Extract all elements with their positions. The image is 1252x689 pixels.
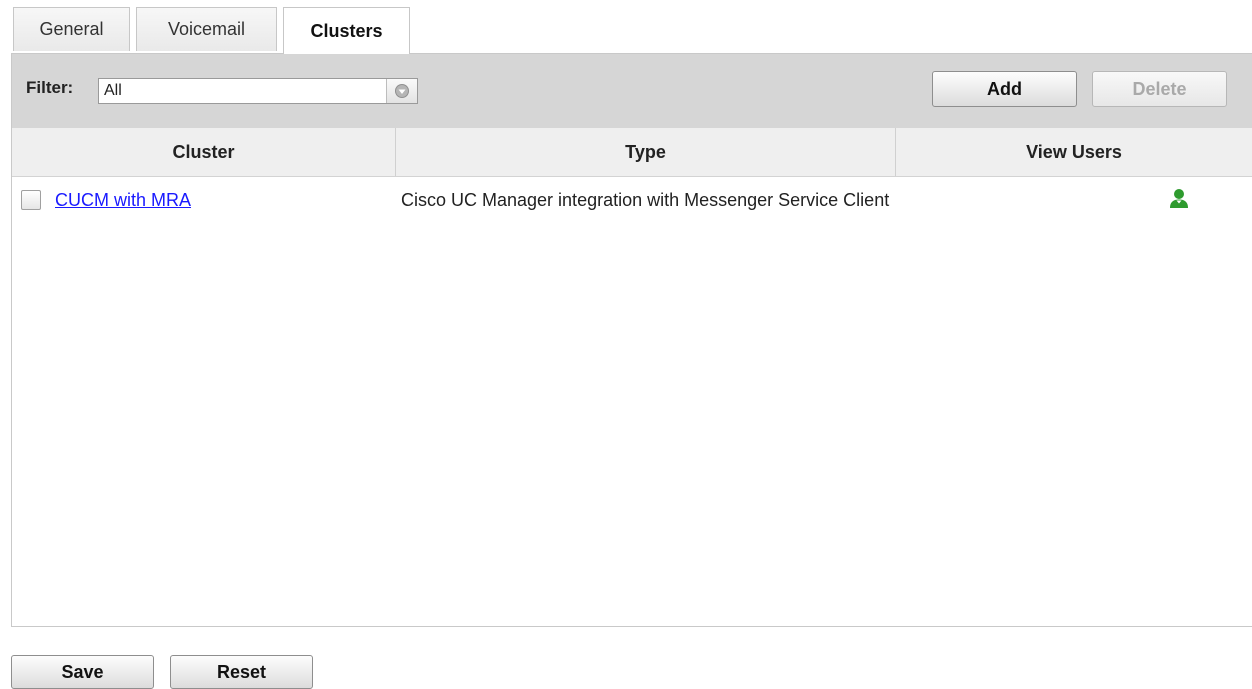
column-header-type-label: Type — [625, 141, 666, 162]
column-header-view-users-label: View Users — [1026, 141, 1122, 162]
tab-general[interactable]: General — [13, 7, 130, 51]
add-button-label: Add — [987, 78, 1022, 99]
delete-button[interactable]: Delete — [1092, 71, 1227, 107]
row-checkbox[interactable] — [21, 190, 41, 210]
user-icon[interactable] — [1166, 186, 1192, 212]
toolbar: Filter: All Add Delete — [12, 54, 1252, 128]
reset-button-label: Reset — [216, 661, 267, 682]
clusters-page: General Voicemail Clusters Filter: All A… — [0, 0, 1252, 689]
chevron-down-icon[interactable] — [386, 79, 417, 103]
column-header-view-users[interactable]: View Users — [896, 128, 1252, 176]
tab-general-label: General — [39, 19, 104, 39]
save-button-label: Save — [61, 661, 104, 682]
column-header-cluster-label: Cluster — [172, 141, 235, 162]
cluster-link[interactable]: CUCM with MRA — [55, 190, 191, 211]
tab-voicemail[interactable]: Voicemail — [136, 7, 277, 51]
table-header: Cluster Type View Users — [12, 128, 1252, 177]
reset-button[interactable]: Reset — [170, 655, 313, 689]
tab-clusters[interactable]: Clusters — [283, 7, 410, 54]
tab-voicemail-label: Voicemail — [167, 19, 246, 39]
clusters-panel: Filter: All Add Delete Cluster Type View… — [11, 53, 1252, 627]
cluster-type: Cisco UC Manager integration with Messen… — [401, 190, 890, 210]
table-row: CUCM with MRA Cisco UC Manager integrati… — [12, 177, 1252, 227]
column-header-cluster[interactable]: Cluster — [12, 128, 396, 176]
filter-select[interactable]: All — [98, 78, 418, 104]
add-button[interactable]: Add — [932, 71, 1077, 107]
filter-label: Filter: — [26, 78, 74, 97]
column-header-type[interactable]: Type — [396, 128, 896, 176]
tab-bar: General Voicemail Clusters — [13, 7, 410, 54]
tab-clusters-label: Clusters — [310, 20, 383, 41]
delete-button-label: Delete — [1132, 78, 1187, 99]
save-button[interactable]: Save — [11, 655, 154, 689]
filter-value: All — [104, 82, 122, 99]
